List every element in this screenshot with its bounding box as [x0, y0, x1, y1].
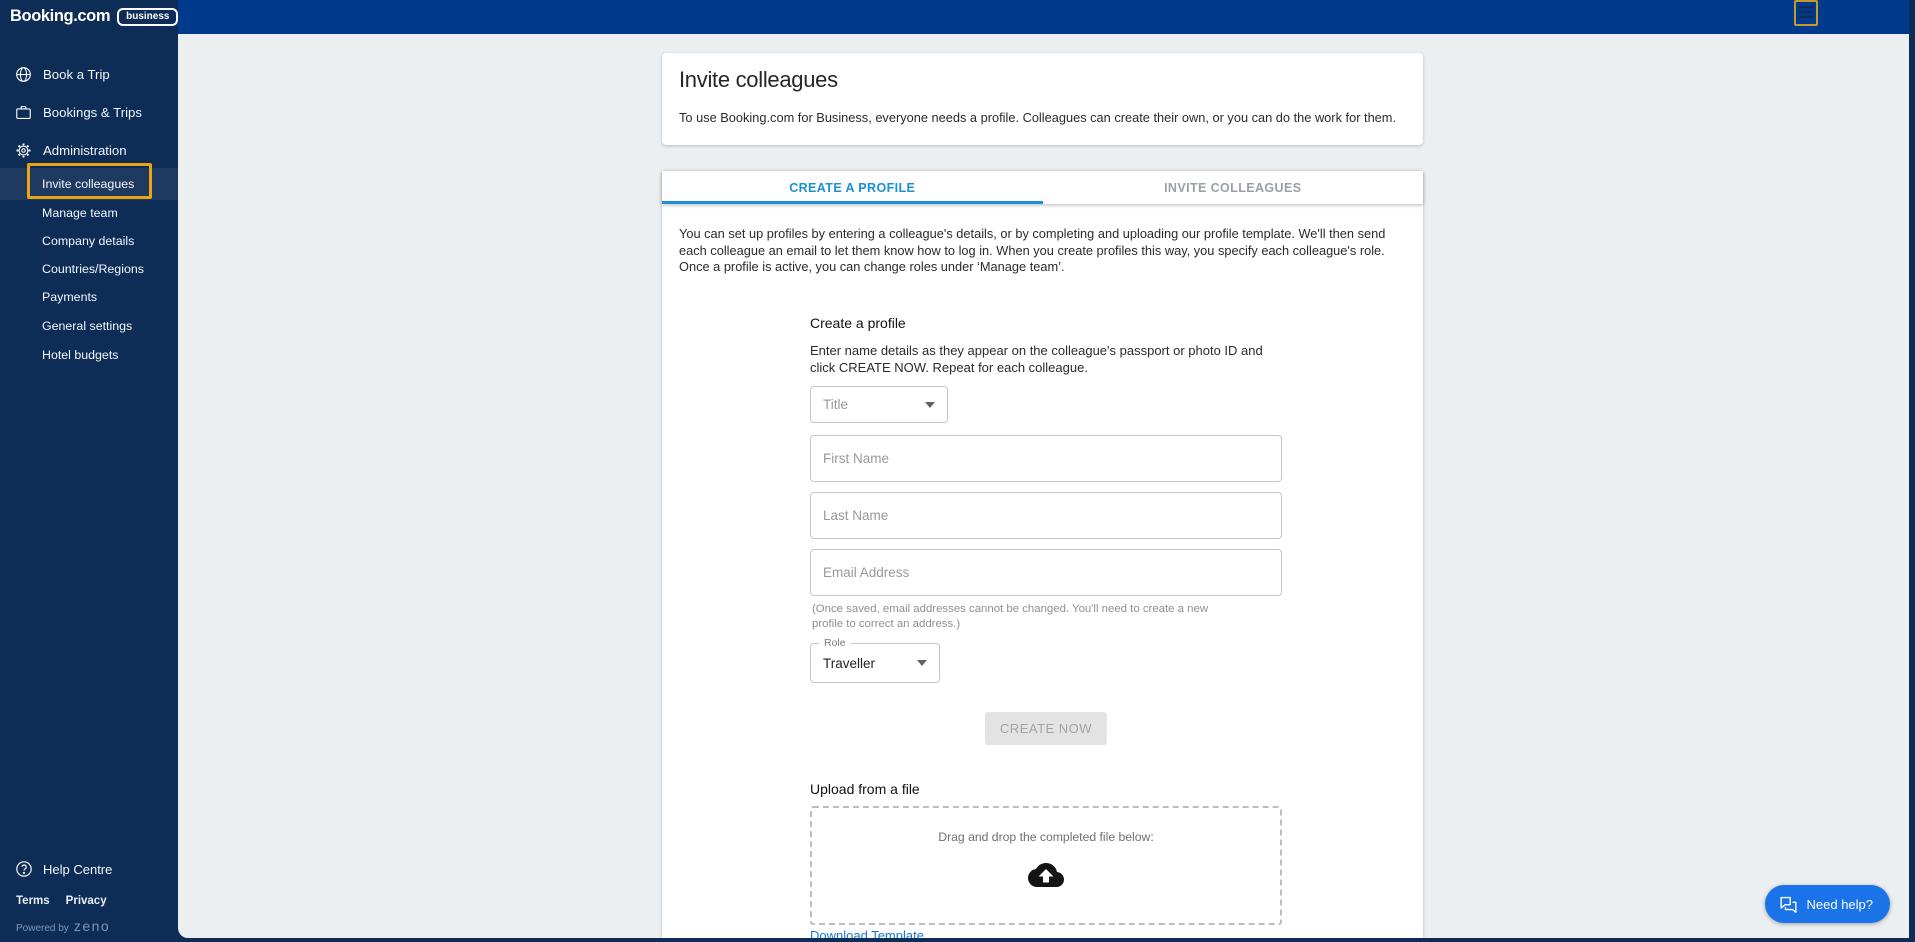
need-help-button[interactable]: Need help? — [1765, 885, 1891, 923]
tab-intro-text: You can set up profiles by entering a co… — [679, 226, 1409, 276]
profile-card: CREATE A PROFILE INVITE COLLEAGUES You c… — [662, 171, 1423, 938]
sidebar-item-label: Bookings & Trips — [43, 105, 142, 120]
briefcase-icon — [13, 102, 33, 122]
first-name-field[interactable] — [810, 435, 1282, 482]
create-now-button[interactable]: CREATE NOW — [985, 712, 1107, 745]
sidebar-item-invite-colleagues[interactable]: Invite colleagues — [42, 176, 134, 192]
cloud-upload-icon — [1028, 860, 1064, 890]
sidebar-item-label: Book a Trip — [43, 67, 110, 82]
powered-by-label: Powered by — [16, 923, 69, 934]
email-field[interactable] — [810, 549, 1282, 596]
question-circle-icon — [14, 859, 34, 879]
zeno-logo: zeno — [74, 918, 110, 934]
download-template-link[interactable]: Download Template — [810, 928, 924, 938]
title-select[interactable]: Title — [810, 386, 948, 423]
gear-icon — [13, 140, 33, 160]
sidebar-item-payments[interactable]: Payments — [42, 289, 97, 305]
file-dropzone[interactable]: Drag and drop the completed file below: — [810, 806, 1282, 925]
help-centre-label: Help Centre — [43, 862, 112, 877]
create-profile-heading: Create a profile — [810, 315, 906, 331]
tab-invite-colleagues[interactable]: INVITE COLLEAGUES — [1043, 171, 1424, 204]
topbar — [178, 0, 1909, 34]
page-subtitle: To use Booking.com for Business, everyon… — [679, 110, 1396, 125]
chevron-down-icon — [917, 660, 927, 666]
logo-text: Booking.com — [10, 7, 110, 26]
sidebar-item-administration[interactable]: Administration — [0, 135, 178, 165]
tab-bar: CREATE A PROFILE INVITE COLLEAGUES — [662, 171, 1423, 204]
email-note: (Once saved, email addresses cannot be c… — [812, 602, 1242, 632]
sidebar-item-label: Administration — [43, 143, 127, 158]
role-select-label: Role — [819, 637, 851, 649]
topbar-highlight-box — [1794, 0, 1818, 26]
sidebar-item-help-centre[interactable]: Help Centre — [0, 856, 178, 882]
chevron-down-icon — [925, 402, 935, 408]
upload-section-heading: Upload from a file — [810, 781, 920, 797]
sidebar-item-bookings-trips[interactable]: Bookings & Trips — [0, 97, 178, 127]
last-name-field[interactable] — [810, 492, 1282, 539]
dropzone-instruction: Drag and drop the completed file below: — [812, 830, 1280, 844]
terms-link[interactable]: Terms — [16, 895, 50, 907]
sidebar: Booking.com business Book a Trip Booking… — [0, 0, 178, 942]
privacy-link[interactable]: Privacy — [66, 895, 107, 907]
sidebar-item-countries-regions[interactable]: Countries/Regions — [42, 261, 144, 277]
chat-bubbles-icon — [1778, 895, 1799, 914]
tab-create-a-profile[interactable]: CREATE A PROFILE — [662, 171, 1043, 204]
role-select[interactable]: Role Traveller — [810, 643, 940, 683]
main-content: Invite colleagues To use Booking.com for… — [178, 34, 1909, 938]
create-profile-instructions: Enter name details as they appear on the… — [810, 343, 1282, 376]
sidebar-item-hotel-budgets[interactable]: Hotel budgets — [42, 347, 118, 363]
sidebar-item-company-details[interactable]: Company details — [42, 233, 134, 249]
sidebar-item-general-settings[interactable]: General settings — [42, 318, 132, 334]
need-help-label: Need help? — [1807, 897, 1874, 912]
brand-logo[interactable]: Booking.com business — [10, 7, 178, 26]
title-select-value: Title — [823, 397, 848, 412]
page: Booking.com business Book a Trip Booking… — [0, 0, 1915, 942]
sidebar-item-book-a-trip[interactable]: Book a Trip — [0, 59, 178, 89]
globe-icon — [13, 64, 33, 84]
page-title: Invite colleagues — [679, 67, 838, 93]
role-select-value: Traveller — [823, 656, 875, 671]
page-header-card: Invite colleagues To use Booking.com for… — [662, 53, 1423, 145]
powered-by: Powered by zeno — [16, 918, 110, 934]
logo-business-badge: business — [117, 8, 178, 26]
legal-links: Terms Privacy — [16, 895, 107, 907]
sidebar-item-manage-team[interactable]: Manage team — [42, 205, 118, 221]
